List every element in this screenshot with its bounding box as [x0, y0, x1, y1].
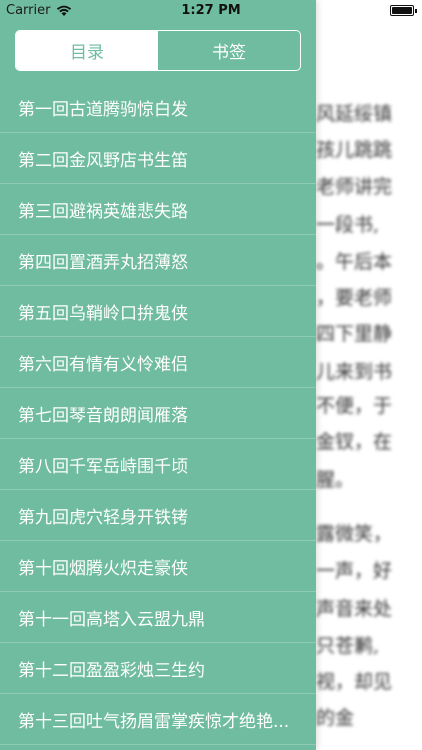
chapter-item[interactable]: 第五回乌鞘岭口拚鬼侠: [0, 286, 316, 337]
chapter-item[interactable]: 第七回琴音朗朗闻雁落: [0, 388, 316, 439]
chapter-item[interactable]: 第九回虎穴轻身开铁铐: [0, 490, 316, 541]
reader-text-line: 儿来到书: [316, 360, 393, 383]
reader-text-line: 金钗，在: [316, 431, 393, 453]
reader-text-line: 四下里静: [316, 323, 393, 345]
chapter-item[interactable]: 第八回千军岳峙围千顷: [0, 439, 316, 490]
reader-text-line: 的金: [316, 707, 355, 729]
reader-text-line: 声音来处: [316, 597, 393, 620]
reader-text-line: 一段书,: [316, 213, 380, 236]
reader-text-line: 孩儿跳跳: [316, 139, 393, 162]
reader-text-line: 腥。: [316, 468, 355, 491]
reader-text-line: 老师讲完: [316, 176, 393, 198]
chapter-item[interactable]: 第十一回高塔入云盟九鼎: [0, 592, 316, 643]
chapter-item[interactable]: 第一回古道腾驹惊白发: [0, 82, 316, 133]
status-time: 1:27 PM: [181, 3, 241, 18]
chapter-item[interactable]: 第十二回盈盈彩烛三生约: [0, 643, 316, 694]
reader-text-line: 不便，于: [316, 395, 393, 417]
chapter-item[interactable]: 第十回烟腾火炽走豪侠: [0, 541, 316, 592]
reader-text-line: 视，却见: [316, 671, 393, 693]
reader-text-line: 风延绥镇: [316, 102, 393, 125]
chapter-drawer: 目录 书签 第一回古道腾驹惊白发 第二回金风野店书生笛 第三回避祸英雄悲失路 第四回置…: [0, 0, 316, 750]
chapter-list: 第一回古道腾驹惊白发 第二回金风野店书生笛 第三回避祸英雄悲失路 第四回置酒弄丸招薄怒…: [0, 82, 316, 745]
chapter-item[interactable]: 第四回置酒弄丸招薄怒: [0, 235, 316, 286]
tab-bookmarks[interactable]: 书签: [158, 31, 300, 70]
reader-text-line: 只苍鹣,: [316, 635, 380, 657]
tab-contents[interactable]: 目录: [16, 31, 158, 70]
reader-text-line: 。午后本: [316, 251, 393, 273]
reader-text-line: ，要老师: [316, 287, 393, 309]
reader-page[interactable]: 风延绥镇孩儿跳跳老师讲完一段书, 。午后本 ，要老师四下里静儿来到书不便，于金钗，在…: [316, 0, 422, 750]
chapter-item[interactable]: 第二回金风野店书生笛: [0, 133, 316, 184]
reader-text-line: 一声，好: [316, 560, 393, 582]
segmented-control: 目录 书签: [15, 30, 301, 71]
chapter-item[interactable]: 第十三回吐气扬眉雷掌疾惊才绝艳...: [0, 694, 316, 745]
status-bar: Carrier 1:27 PM: [0, 0, 422, 22]
chapter-item[interactable]: 第六回有情有义怜难侣: [0, 337, 316, 388]
battery-icon: [390, 5, 417, 16]
reader-text-line: 露微笑，: [316, 522, 393, 545]
chapter-item[interactable]: 第三回避祸英雄悲失路: [0, 184, 316, 235]
